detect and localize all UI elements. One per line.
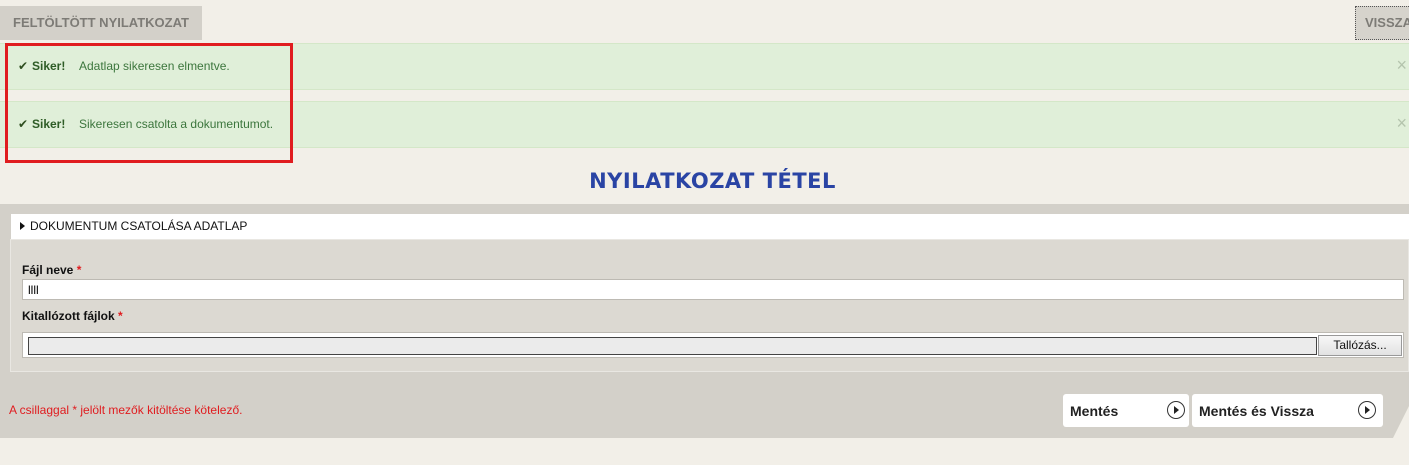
page-corner: [1393, 406, 1409, 438]
required-marker: *: [118, 309, 123, 323]
page-title: NYILATKOZAT TÉTEL: [589, 169, 836, 193]
back-button[interactable]: VISSZA: [1355, 6, 1409, 40]
arrow-circle-icon: [1167, 401, 1185, 419]
success-alert: ✔ Siker! Adatlap sikeresen elmentve. ×: [0, 43, 1409, 90]
browsed-files-label: Kitallózott fájlok *: [22, 309, 123, 323]
page-tab-title: FELTÖLTÖTT NYILATKOZAT: [0, 6, 202, 40]
required-marker: *: [76, 263, 82, 277]
required-fields-note: A csillaggal * jelölt mezők kitöltése kö…: [9, 403, 243, 417]
save-button-label: Mentés: [1070, 403, 1119, 419]
check-icon: ✔: [18, 59, 29, 73]
section-header[interactable]: DOKUMENTUM CSATOLÁSA ADATLAP: [11, 214, 1409, 239]
browse-button[interactable]: Tallózás...: [1318, 335, 1402, 356]
check-icon: ✔: [18, 117, 29, 131]
alert-message: Sikeresen csatolta a dokumentumot.: [79, 117, 274, 131]
save-button[interactable]: Mentés: [1063, 394, 1189, 427]
form-fields: Fájl neve * Kitallózott fájlok * Tallózá…: [10, 239, 1409, 372]
section-title: DOKUMENTUM CSATOLÁSA ADATLAP: [30, 219, 248, 233]
triangle-right-icon: [20, 222, 25, 230]
save-and-back-button[interactable]: Mentés és Vissza: [1192, 394, 1383, 427]
arrow-circle-icon: [1358, 401, 1376, 419]
file-name-label: Fájl neve *: [22, 263, 82, 277]
file-upload-field: Tallózás...: [22, 332, 1404, 358]
close-icon[interactable]: ×: [1396, 55, 1407, 76]
success-alert: ✔ Siker! Sikeresen csatolta a dokumentum…: [0, 101, 1409, 148]
alert-strong-label: Siker!: [32, 117, 66, 131]
file-path-input[interactable]: [28, 337, 1317, 355]
form-panel: DOKUMENTUM CSATOLÁSA ADATLAP Fájl neve *…: [0, 204, 1409, 438]
alert-strong-label: Siker!: [32, 59, 66, 73]
save-and-back-label: Mentés és Vissza: [1199, 403, 1314, 419]
alert-message: Adatlap sikeresen elmentve.: [79, 59, 230, 73]
close-icon[interactable]: ×: [1396, 113, 1407, 134]
file-name-input[interactable]: [22, 279, 1404, 300]
